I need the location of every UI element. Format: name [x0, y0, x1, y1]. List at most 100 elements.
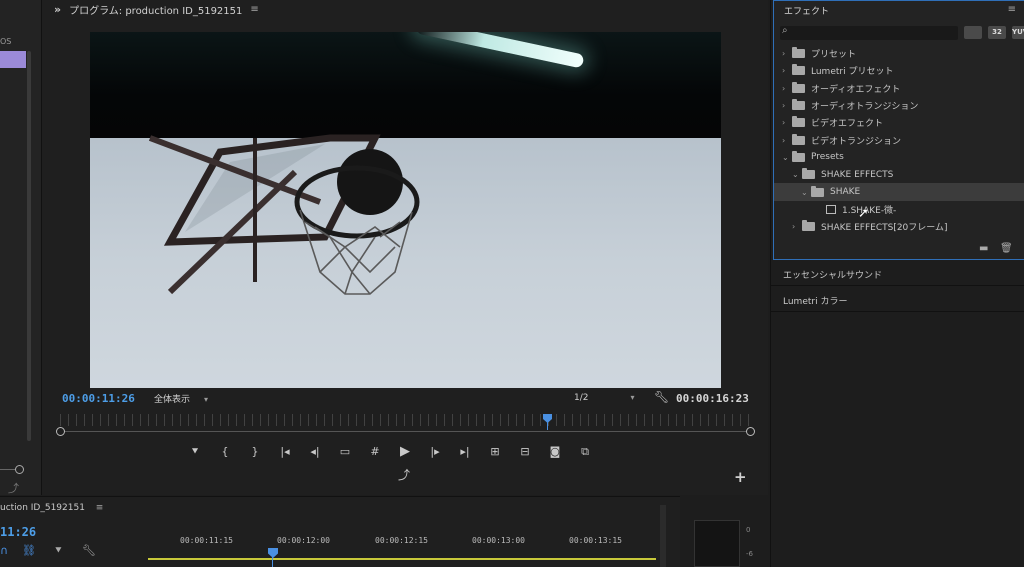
go-to-in-button[interactable]: |◂ — [270, 444, 300, 460]
folder-icon — [811, 185, 824, 197]
program-monitor-title[interactable]: プログラム: production ID_5192151 — [69, 2, 242, 17]
tree-item-lumetri-presets[interactable]: › Lumetri プリセット — [774, 62, 1024, 79]
folder-icon — [802, 220, 815, 232]
tree-item-presets[interactable]: › プリセット — [774, 45, 1024, 62]
grid-button[interactable]: # — [360, 444, 390, 460]
current-timecode[interactable]: 00:00:11:26 — [62, 392, 135, 405]
zoom-scroll-bar[interactable] — [60, 431, 752, 432]
project-column-label: OS — [0, 37, 12, 46]
new-bin-folder-icon[interactable]: ▬ — [979, 243, 988, 254]
folder-icon — [792, 116, 805, 128]
export-frame-camera-icon[interactable]: ◙ — [540, 444, 570, 460]
chevron-right-icon[interactable]: › — [782, 66, 792, 75]
go-to-out-button[interactable]: ▸| — [450, 444, 480, 460]
transport-controls: ⯆ { } |◂ ◂| ▭ # ▶ |▸ ▸| ⊞ ⊟ ◙ ⧉ — [180, 444, 600, 460]
button-editor-plus-icon[interactable]: + — [734, 468, 747, 486]
panel-overflow-icon[interactable]: ›› — [54, 3, 61, 16]
tree-item-shake-effects-20[interactable]: › SHAKE EFFECTS[20フレーム] — [774, 218, 1024, 235]
play-button[interactable]: ▶ — [390, 444, 420, 460]
trash-icon[interactable]: 🗑︎ — [1000, 243, 1013, 254]
playback-resolution-select[interactable]: 1/2 ▾ — [574, 393, 635, 403]
timeline-scrollbar[interactable] — [660, 505, 666, 567]
chevron-right-icon[interactable]: › — [782, 136, 792, 145]
chevron-right-icon[interactable]: › — [792, 222, 802, 231]
export-icon[interactable]: ⤴ — [398, 466, 410, 483]
tree-item-label: オーディオエフェクト — [811, 84, 901, 95]
project-selected-item[interactable] — [0, 51, 26, 68]
meter-level-label: 0 — [746, 526, 751, 534]
chevron-down-icon[interactable]: ⌄ — [792, 170, 802, 179]
32bit-color-icon[interactable]: 32 — [988, 26, 1006, 39]
add-marker-icon[interactable]: ⯆ — [54, 544, 63, 558]
chevron-right-icon[interactable]: › — [782, 84, 792, 93]
tree-item-label: ビデオエフェクト — [811, 119, 884, 130]
tree-item-shake-effects[interactable]: ⌄ SHAKE EFFECTS — [774, 166, 1024, 183]
linked-selection-icon[interactable]: ⛓︎ — [22, 544, 36, 557]
effects-search-input[interactable]: ⌕ — [780, 25, 958, 40]
tree-item-audio-effects[interactable]: › オーディオエフェクト — [774, 80, 1024, 97]
extract-button[interactable]: ⊟ — [510, 444, 540, 460]
tree-item-video-transitions[interactable]: › ビデオトランジション — [774, 131, 1024, 148]
timeline-playhead[interactable] — [268, 548, 278, 558]
tree-item-audio-transitions[interactable]: › オーディオトランジション — [774, 97, 1024, 114]
tree-item-label: Lumetri プリセット — [811, 67, 894, 78]
step-back-button[interactable]: ◂| — [300, 444, 330, 460]
chevron-right-icon[interactable]: › — [782, 118, 792, 127]
chevron-down-icon[interactable]: ⌄ — [782, 153, 792, 162]
zoom-slider-knob[interactable] — [15, 465, 24, 474]
zoom-scroll-right-handle[interactable] — [746, 427, 755, 436]
duration-timecode: 00:00:16:23 — [676, 392, 749, 405]
program-monitor-header: ›› プログラム: production ID_5192151 ≡ — [42, 0, 768, 18]
folder-icon — [792, 99, 805, 111]
ruler-tick-label: 00:00:11:15 — [180, 536, 233, 545]
chevron-right-icon[interactable]: › — [782, 101, 792, 110]
tree-item-presets-folder[interactable]: ⌄ Presets — [774, 149, 1024, 166]
lift-button[interactable]: ⊞ — [480, 444, 510, 460]
safe-margins-button[interactable]: ▭ — [330, 444, 360, 460]
meter-level-label: -6 — [746, 550, 753, 558]
timeline-settings-wrench-icon[interactable]: 🔧︎ — [82, 544, 96, 557]
tree-item-shake[interactable]: ⌄ SHAKE — [774, 183, 1024, 201]
sequence-tab[interactable]: uction ID_5192151 ≡ — [0, 503, 103, 513]
monitor-time-ruler[interactable] — [60, 414, 752, 426]
program-monitor: ›› プログラム: production ID_5192151 ≡ 00:00:… — [42, 0, 768, 495]
tree-item-video-effects[interactable]: › ビデオエフェクト — [774, 114, 1024, 131]
mark-out-button[interactable]: } — [240, 444, 270, 460]
yuv-effects-icon[interactable]: YUV — [1012, 26, 1024, 39]
zoom-level-select[interactable]: 全体表示 ▾ — [154, 392, 208, 405]
preset-icon — [826, 204, 836, 214]
panel-menu-icon[interactable]: ≡ — [96, 503, 104, 513]
new-item-icon[interactable]: ⤴ — [8, 480, 19, 496]
project-scrollbar[interactable] — [27, 51, 31, 441]
effects-panel-title[interactable]: エフェクト — [784, 4, 829, 17]
ruler-tick-label: 00:00:13:00 — [472, 536, 525, 545]
sequence-name: uction ID_5192151 — [0, 503, 85, 513]
mark-in-button[interactable]: { — [210, 444, 240, 460]
panel-menu-icon[interactable]: ≡ — [250, 4, 258, 15]
tree-item-label: SHAKE EFFECTS — [821, 169, 894, 180]
panel-menu-icon[interactable]: ≡ — [1008, 4, 1016, 15]
essential-sound-panel-tab[interactable]: エッセンシャルサウンド — [771, 260, 1024, 286]
monitor-playhead-line — [547, 420, 548, 430]
add-marker-button[interactable]: ⯆ — [180, 444, 210, 460]
essential-sound-label: エッセンシャルサウンド — [783, 271, 883, 281]
snap-icon[interactable]: ∩ — [0, 544, 8, 557]
compare-view-button[interactable]: ⧉ — [570, 444, 600, 460]
folder-icon — [792, 133, 805, 145]
accelerated-effects-icon[interactable] — [964, 26, 982, 39]
tree-item-label: プリセット — [811, 50, 857, 61]
ruler-tick-label: 00:00:13:15 — [569, 536, 622, 545]
zoom-scroll-left-handle[interactable] — [56, 427, 65, 436]
zoom-level-value: 全体表示 — [154, 395, 191, 405]
folder-icon — [792, 47, 805, 59]
right-panel-stack: エフェクト ≡ ⌕ 32 YUV › プリセット › Lumetri プリセット ›… — [770, 0, 1024, 567]
chevron-down-icon[interactable]: ⌄ — [801, 188, 811, 197]
lumetri-color-panel-tab[interactable]: Lumetri カラー — [771, 286, 1024, 312]
step-forward-button[interactable]: |▸ — [420, 444, 450, 460]
settings-wrench-icon[interactable]: 🔧︎ — [654, 390, 669, 404]
audio-meter — [694, 520, 740, 567]
chevron-right-icon[interactable]: › — [782, 49, 792, 58]
timeline-timecode[interactable]: 11:26 — [0, 525, 36, 539]
work-area-bar[interactable] — [148, 558, 656, 560]
tree-item-shake-preset[interactable]: 1.SHAKE-微- — [774, 201, 1024, 218]
